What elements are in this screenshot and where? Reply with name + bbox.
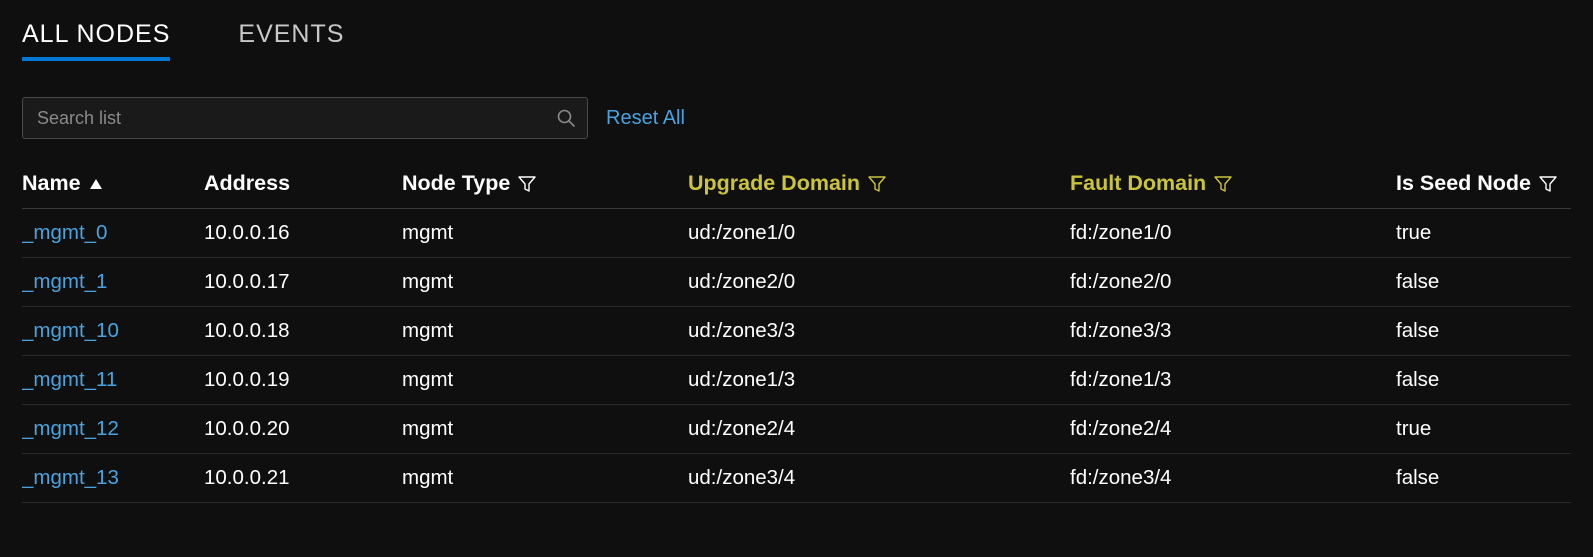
col-header-address-label: Address [204, 171, 290, 195]
search-input[interactable] [22, 97, 588, 139]
table-header-row: Name Address Node Type [22, 161, 1571, 209]
col-header-name[interactable]: Name [22, 161, 204, 209]
table-row: _mgmt_1110.0.0.19mgmtud:/zone1/3fd:/zone… [22, 356, 1571, 405]
cell-upgrade-domain: ud:/zone1/0 [688, 209, 1070, 258]
filter-icon[interactable] [518, 175, 536, 193]
cell-fault-domain: fd:/zone3/4 [1070, 454, 1396, 503]
filter-icon[interactable] [868, 175, 886, 193]
col-header-node-type[interactable]: Node Type [402, 161, 688, 209]
col-header-address[interactable]: Address [204, 161, 402, 209]
node-name-link[interactable]: _mgmt_13 [22, 454, 204, 503]
cell-node-type: mgmt [402, 405, 688, 454]
filter-icon[interactable] [1539, 175, 1557, 193]
node-name-link[interactable]: _mgmt_12 [22, 405, 204, 454]
tab-all-nodes[interactable]: ALL NODES [22, 20, 170, 61]
cell-upgrade-domain: ud:/zone2/4 [688, 405, 1070, 454]
reset-all-link[interactable]: Reset All [606, 107, 685, 130]
cell-node-type: mgmt [402, 454, 688, 503]
table-row: _mgmt_1310.0.0.21mgmtud:/zone3/4fd:/zone… [22, 454, 1571, 503]
col-header-node-type-label: Node Type [402, 171, 510, 196]
col-header-is-seed-node[interactable]: Is Seed Node [1396, 161, 1571, 209]
table-row: _mgmt_110.0.0.17mgmtud:/zone2/0fd:/zone2… [22, 258, 1571, 307]
table-row: _mgmt_1010.0.0.18mgmtud:/zone3/3fd:/zone… [22, 307, 1571, 356]
nodes-table: Name Address Node Type [22, 161, 1571, 503]
cell-address: 10.0.0.21 [204, 454, 402, 503]
cell-is-seed-node: false [1396, 454, 1571, 503]
cell-upgrade-domain: ud:/zone1/3 [688, 356, 1070, 405]
cell-node-type: mgmt [402, 307, 688, 356]
cell-address: 10.0.0.17 [204, 258, 402, 307]
cell-is-seed-node: false [1396, 356, 1571, 405]
cell-fault-domain: fd:/zone2/0 [1070, 258, 1396, 307]
toolbar: Reset All [22, 97, 1571, 139]
node-name-link[interactable]: _mgmt_11 [22, 356, 204, 405]
col-header-is-seed-node-label: Is Seed Node [1396, 171, 1531, 196]
cell-address: 10.0.0.19 [204, 356, 402, 405]
col-header-upgrade-domain[interactable]: Upgrade Domain [688, 161, 1070, 209]
cell-node-type: mgmt [402, 209, 688, 258]
cell-address: 10.0.0.16 [204, 209, 402, 258]
tab-events[interactable]: EVENTS [238, 20, 344, 61]
cell-address: 10.0.0.18 [204, 307, 402, 356]
filter-icon[interactable] [1214, 175, 1232, 193]
table-row: _mgmt_010.0.0.16mgmtud:/zone1/0fd:/zone1… [22, 209, 1571, 258]
cell-upgrade-domain: ud:/zone2/0 [688, 258, 1070, 307]
cell-is-seed-node: true [1396, 209, 1571, 258]
node-name-link[interactable]: _mgmt_0 [22, 209, 204, 258]
cell-fault-domain: fd:/zone1/3 [1070, 356, 1396, 405]
col-header-upgrade-domain-label: Upgrade Domain [688, 171, 860, 196]
cell-address: 10.0.0.20 [204, 405, 402, 454]
tabs: ALL NODES EVENTS [22, 20, 1571, 61]
cell-node-type: mgmt [402, 356, 688, 405]
cell-node-type: mgmt [402, 258, 688, 307]
search-wrap [22, 97, 588, 139]
cell-is-seed-node: false [1396, 307, 1571, 356]
col-header-name-label: Name [22, 171, 81, 196]
node-name-link[interactable]: _mgmt_1 [22, 258, 204, 307]
cell-fault-domain: fd:/zone1/0 [1070, 209, 1396, 258]
cell-is-seed-node: false [1396, 258, 1571, 307]
table-body: _mgmt_010.0.0.16mgmtud:/zone1/0fd:/zone1… [22, 209, 1571, 503]
col-header-fault-domain[interactable]: Fault Domain [1070, 161, 1396, 209]
cell-upgrade-domain: ud:/zone3/3 [688, 307, 1070, 356]
cell-fault-domain: fd:/zone2/4 [1070, 405, 1396, 454]
cell-fault-domain: fd:/zone3/3 [1070, 307, 1396, 356]
table-row: _mgmt_1210.0.0.20mgmtud:/zone2/4fd:/zone… [22, 405, 1571, 454]
sort-asc-icon [89, 178, 103, 190]
node-name-link[interactable]: _mgmt_10 [22, 307, 204, 356]
cell-upgrade-domain: ud:/zone3/4 [688, 454, 1070, 503]
col-header-fault-domain-label: Fault Domain [1070, 171, 1206, 196]
cell-is-seed-node: true [1396, 405, 1571, 454]
